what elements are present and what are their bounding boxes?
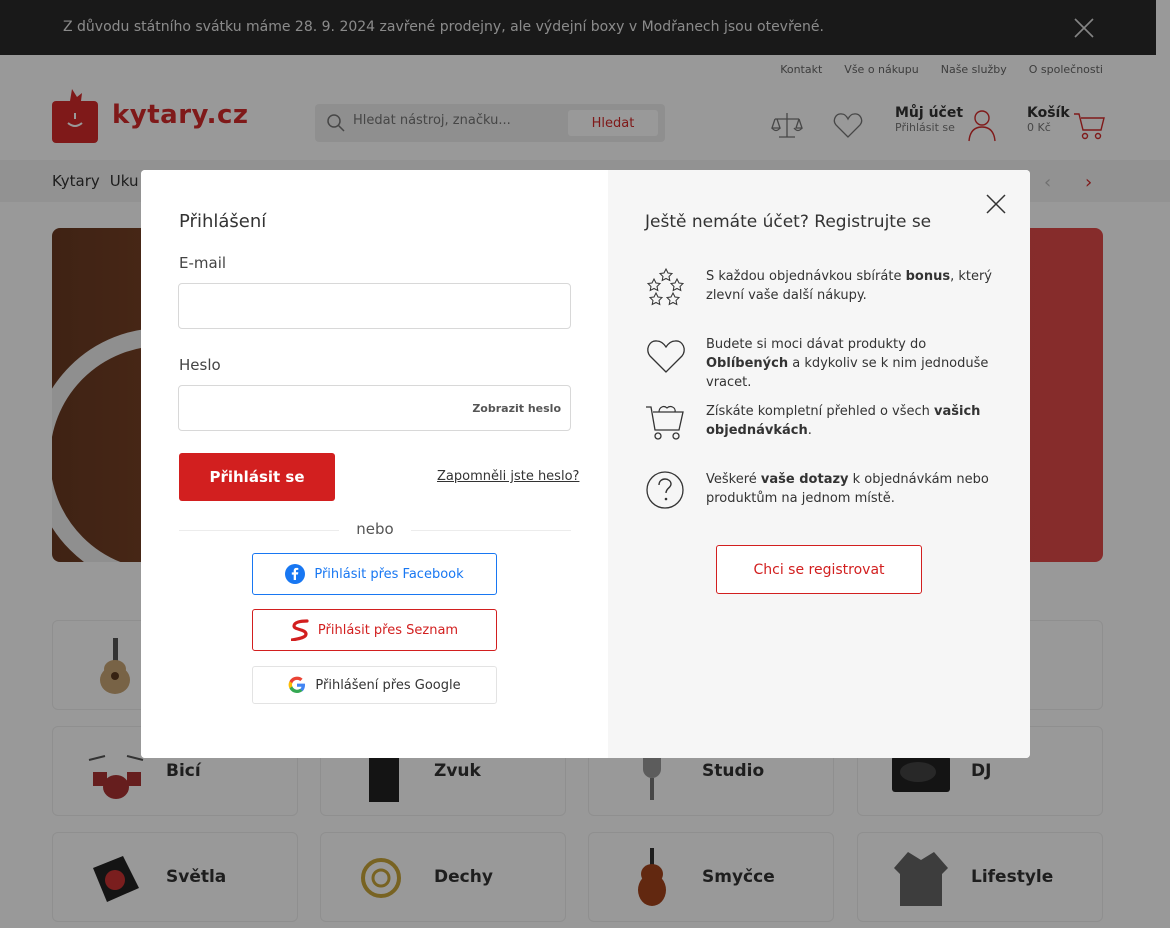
or-separator: nebo <box>339 520 411 538</box>
question-icon <box>646 471 684 509</box>
benefit-text: Získáte kompletní přehled o všech vašich… <box>706 404 981 438</box>
heart-icon <box>647 340 685 373</box>
register-title: Ještě nemáte účet? Registrujte se <box>645 212 932 232</box>
benefit-text: Veškeré vaše dotazy k objednávkám nebo p… <box>706 472 989 506</box>
facebook-login-button[interactable]: Přihlásit přes Facebook <box>252 553 497 595</box>
register-panel: Ještě nemáte účet? Registrujte se S každ… <box>608 170 1030 758</box>
show-password-button[interactable]: Zobrazit heslo <box>472 402 561 415</box>
google-login-label: Přihlášení přes Google <box>315 677 461 693</box>
seznam-icon <box>290 619 309 641</box>
basket-icon <box>646 406 684 440</box>
login-panel: Přihlášení E-mail Heslo Zobrazit heslo P… <box>141 170 608 758</box>
close-modal-icon[interactable] <box>986 194 1006 214</box>
seznam-login-button[interactable]: Přihlásit přes Seznam <box>252 609 497 651</box>
seznam-login-label: Přihlásit přes Seznam <box>317 622 459 638</box>
stars-icon <box>646 267 685 306</box>
forgot-password-link[interactable]: Zapomněli jste heslo? <box>437 469 579 484</box>
benefit-text: Budete si moci dávat produkty do Oblíben… <box>706 337 989 390</box>
facebook-icon <box>285 564 306 584</box>
register-button[interactable]: Chci se registrovat <box>716 545 922 594</box>
benefit-text: S každou objednávkou sbíráte bonus, kter… <box>706 269 993 303</box>
email-field[interactable] <box>178 283 571 329</box>
google-login-button[interactable]: Přihlášení přes Google <box>252 666 497 704</box>
google-icon <box>288 676 306 693</box>
password-field[interactable]: Zobrazit heslo <box>178 385 571 431</box>
login-title: Přihlášení <box>179 211 267 232</box>
password-label: Heslo <box>179 356 221 374</box>
login-modal: Přihlášení E-mail Heslo Zobrazit heslo P… <box>141 170 1030 758</box>
login-button[interactable]: Přihlásit se <box>179 453 335 501</box>
facebook-login-label: Přihlásit přes Facebook <box>314 566 464 582</box>
email-label: E-mail <box>179 254 227 272</box>
